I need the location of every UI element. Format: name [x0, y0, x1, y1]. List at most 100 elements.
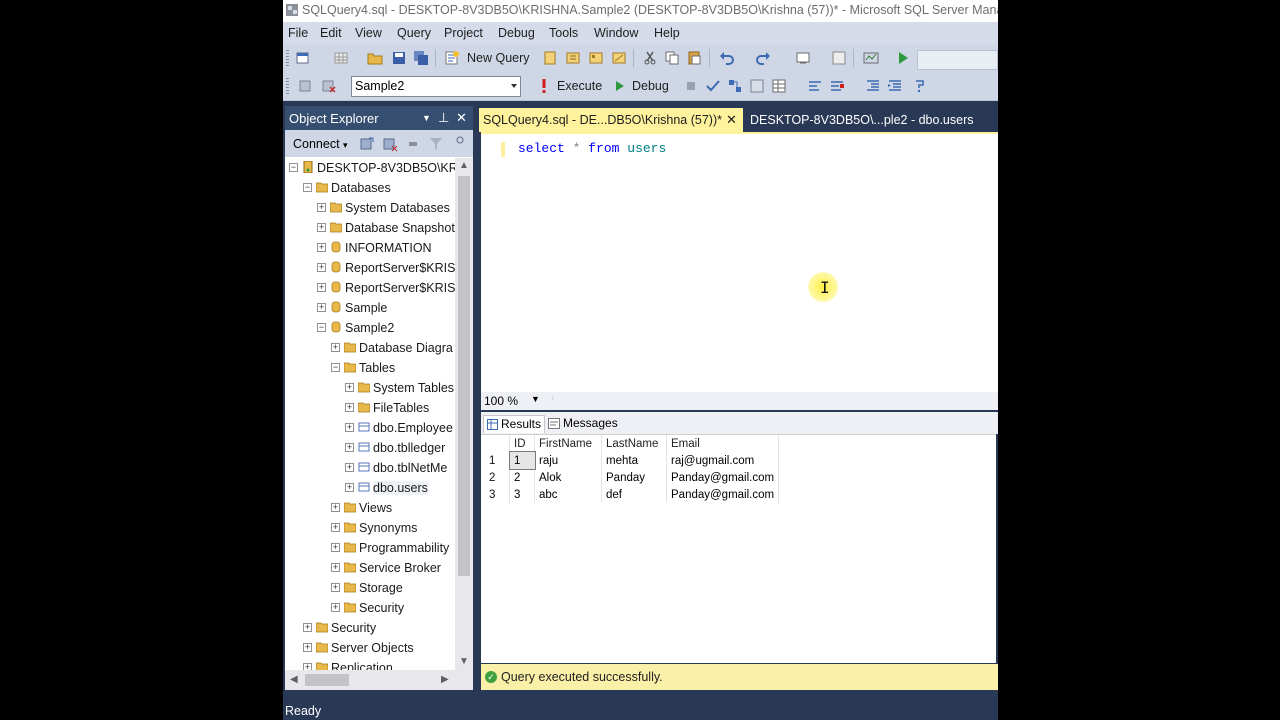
chevron-down-icon[interactable]	[511, 84, 517, 88]
query-editor[interactable]: select * from users	[481, 132, 998, 394]
column-header[interactable]: Email	[666, 435, 780, 452]
navigate-backward-icon[interactable]	[795, 50, 811, 66]
new-query-icon[interactable]	[444, 50, 460, 66]
disconnect-icon[interactable]	[382, 136, 398, 152]
xmla-query-icon[interactable]	[611, 50, 627, 66]
start-icon[interactable]	[895, 50, 911, 66]
row-number[interactable]: 2	[485, 469, 510, 486]
tree-node-replication[interactable]: + Replication	[285, 658, 455, 670]
database-engine-query-icon[interactable]	[542, 50, 558, 66]
analysis-query-icon[interactable]	[565, 50, 581, 66]
expand-toggle-icon[interactable]: +	[317, 283, 326, 292]
menu-view[interactable]: View	[355, 26, 382, 40]
tab-messages[interactable]: Messages	[545, 415, 618, 432]
tree-node-views[interactable]: + Views	[285, 498, 455, 518]
tree-node-server[interactable]: − DESKTOP-8V3DB5O\KR	[285, 158, 455, 178]
close-icon[interactable]: ✕	[456, 110, 467, 126]
tree-node-programmability[interactable]: + Programmability	[285, 538, 455, 558]
expand-toggle-icon[interactable]: +	[345, 463, 354, 472]
tree-node-synonyms[interactable]: + Synonyms	[285, 518, 455, 538]
tree-node-table-employee[interactable]: + dbo.Employee	[285, 418, 455, 438]
tree-node-table-tblnetme[interactable]: + dbo.tblNetMe	[285, 458, 455, 478]
new-project-icon[interactable]	[295, 50, 311, 66]
specify-values-icon[interactable]	[913, 78, 929, 94]
tree-node-system-databases[interactable]: + System Databases	[285, 198, 455, 218]
expand-toggle-icon[interactable]: +	[317, 263, 326, 272]
object-explorer-horizontal-scrollbar[interactable]: ◀ ▶	[285, 670, 473, 690]
redo-icon[interactable]	[755, 50, 771, 66]
activity-monitor-icon[interactable]	[863, 50, 879, 66]
grid-cell[interactable]: raju	[534, 452, 602, 469]
tree-node-database-diagrams[interactable]: + Database Diagra	[285, 338, 455, 358]
change-connection-icon[interactable]	[321, 78, 337, 94]
display-estimated-plan-icon[interactable]	[727, 78, 743, 94]
close-icon[interactable]: ✕	[726, 112, 737, 128]
execute-button[interactable]: Execute	[557, 79, 602, 93]
paste-icon[interactable]	[686, 50, 702, 66]
expand-toggle-icon[interactable]: +	[317, 303, 326, 312]
expand-toggle-icon[interactable]: +	[303, 623, 312, 632]
tab-results[interactable]: Results	[483, 415, 545, 433]
collapse-toggle-icon[interactable]: −	[289, 163, 298, 172]
tab-sqlquery4[interactable]: SQLQuery4.sql - DE...DB5O\Krishna (57))*…	[479, 108, 743, 132]
tree-node-tables[interactable]: − Tables	[285, 358, 455, 378]
tree-node-filetables[interactable]: + FileTables	[285, 398, 455, 418]
expand-toggle-icon[interactable]: +	[331, 343, 340, 352]
tree-node-sample2[interactable]: − Sample2	[285, 318, 455, 338]
tree-node-service-broker[interactable]: + Service Broker	[285, 558, 455, 578]
results-to-grid-icon[interactable]	[771, 78, 787, 94]
increase-indent-icon[interactable]	[887, 78, 903, 94]
tree-node-reportserver-tempdb[interactable]: + ReportServer$KRISI	[285, 278, 455, 298]
toolbar-search-box[interactable]	[917, 50, 998, 70]
menu-tools[interactable]: Tools	[549, 26, 578, 40]
scrollbar-thumb[interactable]	[458, 176, 470, 576]
tree-node-reportserver[interactable]: + ReportServer$KRISI	[285, 258, 455, 278]
grid-cell[interactable]: 3	[509, 486, 535, 503]
grid-cell[interactable]: Alok	[534, 469, 602, 486]
expand-toggle-icon[interactable]: +	[317, 243, 326, 252]
menu-project[interactable]: Project	[444, 26, 483, 40]
menu-window[interactable]: Window	[594, 26, 638, 40]
expand-toggle-icon[interactable]: +	[331, 563, 340, 572]
expand-toggle-icon[interactable]: +	[303, 643, 312, 652]
chevron-down-icon[interactable]: ▼	[531, 394, 540, 404]
parse-checkmark-icon[interactable]	[705, 78, 721, 94]
tree-node-table-tblledger[interactable]: + dbo.tblledger	[285, 438, 455, 458]
open-folder-icon[interactable]	[367, 50, 383, 66]
tab-dbo-users[interactable]: DESKTOP-8V3DB5O\...ple2 - dbo.users	[745, 108, 998, 132]
table-row[interactable]: 3 3 abc def Panday@gmail.com	[485, 486, 780, 503]
scroll-right-icon[interactable]: ▶	[441, 674, 449, 685]
grid-cell[interactable]: raj@ugmail.com	[666, 452, 780, 469]
pin-icon[interactable]: ⊥	[438, 110, 449, 126]
toolbar-grip[interactable]	[286, 78, 289, 94]
tree-node-system-tables[interactable]: + System Tables	[285, 378, 455, 398]
column-header[interactable]: FirstName	[534, 435, 602, 452]
results-grid[interactable]: ID FirstName LastName Email 1 1 raju meh…	[485, 435, 780, 503]
query-options-icon[interactable]	[749, 78, 765, 94]
expand-toggle-icon[interactable]: +	[345, 483, 354, 492]
expand-toggle-icon[interactable]: +	[317, 203, 326, 212]
tree-node-db-security[interactable]: + Security	[285, 598, 455, 618]
expand-toggle-icon[interactable]: +	[303, 663, 312, 670]
comment-out-icon[interactable]	[807, 78, 823, 94]
grid-cell[interactable]: 1	[508, 451, 536, 470]
tree-node-server-objects[interactable]: + Server Objects	[285, 638, 455, 658]
undo-icon[interactable]	[719, 50, 735, 66]
tree-node-database-snapshots[interactable]: + Database Snapshot	[285, 218, 455, 238]
copy-icon[interactable]	[664, 50, 680, 66]
collapse-toggle-icon[interactable]: −	[331, 363, 340, 372]
expand-toggle-icon[interactable]: +	[331, 543, 340, 552]
scroll-left-icon[interactable]: ◀	[290, 674, 298, 685]
tree-node-storage[interactable]: + Storage	[285, 578, 455, 598]
tree-node-databases[interactable]: − Databases	[285, 178, 455, 198]
scroll-left-icon[interactable]: ‹	[551, 393, 554, 404]
expand-toggle-icon[interactable]: +	[331, 583, 340, 592]
solution-explorer-icon[interactable]	[831, 50, 847, 66]
stop-icon[interactable]	[405, 136, 421, 152]
table-row[interactable]: 1 1 raju mehta raj@ugmail.com	[485, 451, 780, 470]
available-databases-select[interactable]: Sample2	[351, 76, 521, 97]
collapse-toggle-icon[interactable]: −	[317, 323, 326, 332]
grid-icon[interactable]	[333, 50, 349, 66]
menu-edit[interactable]: Edit	[320, 26, 342, 40]
tree-node-information[interactable]: + INFORMATION	[285, 238, 455, 258]
